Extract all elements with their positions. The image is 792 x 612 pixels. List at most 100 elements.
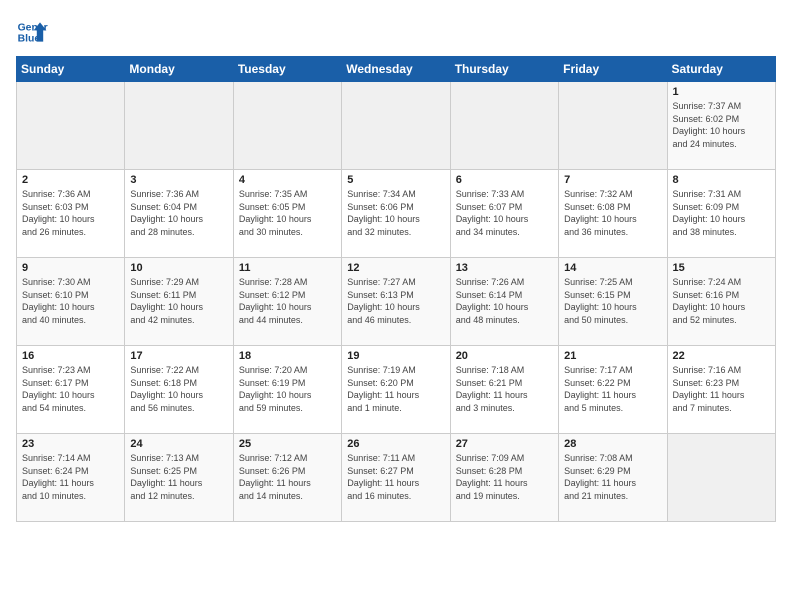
day-info: Sunrise: 7:13 AM Sunset: 6:25 PM Dayligh…: [130, 452, 227, 502]
weekday-header-thursday: Thursday: [450, 57, 558, 82]
day-cell: [450, 82, 558, 170]
day-cell: [667, 434, 775, 522]
day-cell: 5 Sunrise: 7:34 AM Sunset: 6:06 PM Daylig…: [342, 170, 450, 258]
weekday-header-sunday: Sunday: [17, 57, 125, 82]
day-number: 5: [347, 174, 444, 186]
week-row-0: 1 Sunrise: 7:37 AM Sunset: 6:02 PM Daylig…: [17, 82, 776, 170]
day-cell: 2 Sunrise: 7:36 AM Sunset: 6:03 PM Daylig…: [17, 170, 125, 258]
day-number: 7: [564, 174, 661, 186]
header: General Blue: [16, 16, 776, 48]
day-number: 6: [456, 174, 553, 186]
day-cell: 16 Sunrise: 7:23 AM Sunset: 6:17 PM Dayli…: [17, 346, 125, 434]
day-info: Sunrise: 7:24 AM Sunset: 6:16 PM Dayligh…: [673, 276, 770, 326]
day-info: Sunrise: 7:22 AM Sunset: 6:18 PM Dayligh…: [130, 364, 227, 414]
day-info: Sunrise: 7:17 AM Sunset: 6:22 PM Dayligh…: [564, 364, 661, 414]
week-row-4: 23Sunrise: 7:14 AM Sunset: 6:24 PM Dayli…: [17, 434, 776, 522]
day-cell: [233, 82, 341, 170]
day-info: Sunrise: 7:27 AM Sunset: 6:13 PM Dayligh…: [347, 276, 444, 326]
day-number: 20: [456, 350, 553, 362]
day-cell: 18 Sunrise: 7:20 AM Sunset: 6:19 PM Dayli…: [233, 346, 341, 434]
day-cell: 3 Sunrise: 7:36 AM Sunset: 6:04 PM Daylig…: [125, 170, 233, 258]
day-cell: 9 Sunrise: 7:30 AM Sunset: 6:10 PM Daylig…: [17, 258, 125, 346]
day-cell: 19 Sunrise: 7:19 AM Sunset: 6:20 PM Dayli…: [342, 346, 450, 434]
day-cell: [342, 82, 450, 170]
day-cell: 11Sunrise: 7:28 AM Sunset: 6:12 PM Dayli…: [233, 258, 341, 346]
day-number: 1: [673, 86, 770, 98]
day-info: Sunrise: 7:32 AM Sunset: 6:08 PM Dayligh…: [564, 188, 661, 238]
day-number: 8: [673, 174, 770, 186]
day-cell: 27 Sunrise: 7:09 AM Sunset: 6:28 PM Dayli…: [450, 434, 558, 522]
day-number: 17: [130, 350, 227, 362]
day-info: Sunrise: 7:14 AM Sunset: 6:24 PM Dayligh…: [22, 452, 119, 502]
day-cell: 10 Sunrise: 7:29 AM Sunset: 6:11 PM Dayli…: [125, 258, 233, 346]
day-number: 18: [239, 350, 336, 362]
day-cell: 26Sunrise: 7:11 AM Sunset: 6:27 PM Dayli…: [342, 434, 450, 522]
day-number: 4: [239, 174, 336, 186]
day-number: 25: [239, 438, 336, 450]
weekday-header-saturday: Saturday: [667, 57, 775, 82]
weekday-header-monday: Monday: [125, 57, 233, 82]
day-number: 26: [347, 438, 444, 450]
day-info: Sunrise: 7:37 AM Sunset: 6:02 PM Dayligh…: [673, 100, 770, 150]
day-cell: 12 Sunrise: 7:27 AM Sunset: 6:13 PM Dayli…: [342, 258, 450, 346]
day-number: 9: [22, 262, 119, 274]
day-info: Sunrise: 7:35 AM Sunset: 6:05 PM Dayligh…: [239, 188, 336, 238]
weekday-header-wednesday: Wednesday: [342, 57, 450, 82]
day-cell: 23Sunrise: 7:14 AM Sunset: 6:24 PM Dayli…: [17, 434, 125, 522]
logo-icon: General Blue: [16, 16, 48, 48]
day-cell: [17, 82, 125, 170]
day-info: Sunrise: 7:19 AM Sunset: 6:20 PM Dayligh…: [347, 364, 444, 414]
day-cell: 8 Sunrise: 7:31 AM Sunset: 6:09 PM Daylig…: [667, 170, 775, 258]
day-number: 15: [673, 262, 770, 274]
day-number: 2: [22, 174, 119, 186]
day-info: Sunrise: 7:26 AM Sunset: 6:14 PM Dayligh…: [456, 276, 553, 326]
day-cell: 21 Sunrise: 7:17 AM Sunset: 6:22 PM Dayli…: [559, 346, 667, 434]
day-cell: [559, 82, 667, 170]
day-info: Sunrise: 7:12 AM Sunset: 6:26 PM Dayligh…: [239, 452, 336, 502]
day-cell: 1 Sunrise: 7:37 AM Sunset: 6:02 PM Daylig…: [667, 82, 775, 170]
day-number: 3: [130, 174, 227, 186]
day-number: 14: [564, 262, 661, 274]
day-number: 12: [347, 262, 444, 274]
day-info: Sunrise: 7:23 AM Sunset: 6:17 PM Dayligh…: [22, 364, 119, 414]
day-number: 16: [22, 350, 119, 362]
calendar-table: SundayMondayTuesdayWednesdayThursdayFrid…: [16, 56, 776, 522]
day-cell: 22 Sunrise: 7:16 AM Sunset: 6:23 PM Dayli…: [667, 346, 775, 434]
day-number: 24: [130, 438, 227, 450]
day-number: 22: [673, 350, 770, 362]
day-cell: 7 Sunrise: 7:32 AM Sunset: 6:08 PM Daylig…: [559, 170, 667, 258]
day-cell: 13 Sunrise: 7:26 AM Sunset: 6:14 PM Dayli…: [450, 258, 558, 346]
week-row-3: 16 Sunrise: 7:23 AM Sunset: 6:17 PM Dayli…: [17, 346, 776, 434]
day-info: Sunrise: 7:09 AM Sunset: 6:28 PM Dayligh…: [456, 452, 553, 502]
day-info: Sunrise: 7:20 AM Sunset: 6:19 PM Dayligh…: [239, 364, 336, 414]
day-info: Sunrise: 7:31 AM Sunset: 6:09 PM Dayligh…: [673, 188, 770, 238]
day-number: 28: [564, 438, 661, 450]
day-cell: 20Sunrise: 7:18 AM Sunset: 6:21 PM Dayli…: [450, 346, 558, 434]
day-info: Sunrise: 7:33 AM Sunset: 6:07 PM Dayligh…: [456, 188, 553, 238]
day-cell: 24 Sunrise: 7:13 AM Sunset: 6:25 PM Dayli…: [125, 434, 233, 522]
day-cell: 4 Sunrise: 7:35 AM Sunset: 6:05 PM Daylig…: [233, 170, 341, 258]
day-number: 27: [456, 438, 553, 450]
day-info: Sunrise: 7:16 AM Sunset: 6:23 PM Dayligh…: [673, 364, 770, 414]
day-number: 13: [456, 262, 553, 274]
logo: General Blue: [16, 16, 52, 48]
day-cell: 15 Sunrise: 7:24 AM Sunset: 6:16 PM Dayli…: [667, 258, 775, 346]
day-cell: [125, 82, 233, 170]
day-info: Sunrise: 7:34 AM Sunset: 6:06 PM Dayligh…: [347, 188, 444, 238]
day-info: Sunrise: 7:36 AM Sunset: 6:04 PM Dayligh…: [130, 188, 227, 238]
day-info: Sunrise: 7:30 AM Sunset: 6:10 PM Dayligh…: [22, 276, 119, 326]
weekday-header-tuesday: Tuesday: [233, 57, 341, 82]
day-cell: 28Sunrise: 7:08 AM Sunset: 6:29 PM Dayli…: [559, 434, 667, 522]
week-row-2: 9 Sunrise: 7:30 AM Sunset: 6:10 PM Daylig…: [17, 258, 776, 346]
day-cell: 17 Sunrise: 7:22 AM Sunset: 6:18 PM Dayli…: [125, 346, 233, 434]
day-number: 10: [130, 262, 227, 274]
day-info: Sunrise: 7:25 AM Sunset: 6:15 PM Dayligh…: [564, 276, 661, 326]
day-number: 21: [564, 350, 661, 362]
day-info: Sunrise: 7:36 AM Sunset: 6:03 PM Dayligh…: [22, 188, 119, 238]
weekday-header-row: SundayMondayTuesdayWednesdayThursdayFrid…: [17, 57, 776, 82]
day-info: Sunrise: 7:29 AM Sunset: 6:11 PM Dayligh…: [130, 276, 227, 326]
day-number: 19: [347, 350, 444, 362]
week-row-1: 2 Sunrise: 7:36 AM Sunset: 6:03 PM Daylig…: [17, 170, 776, 258]
day-number: 11: [239, 262, 336, 274]
weekday-header-friday: Friday: [559, 57, 667, 82]
